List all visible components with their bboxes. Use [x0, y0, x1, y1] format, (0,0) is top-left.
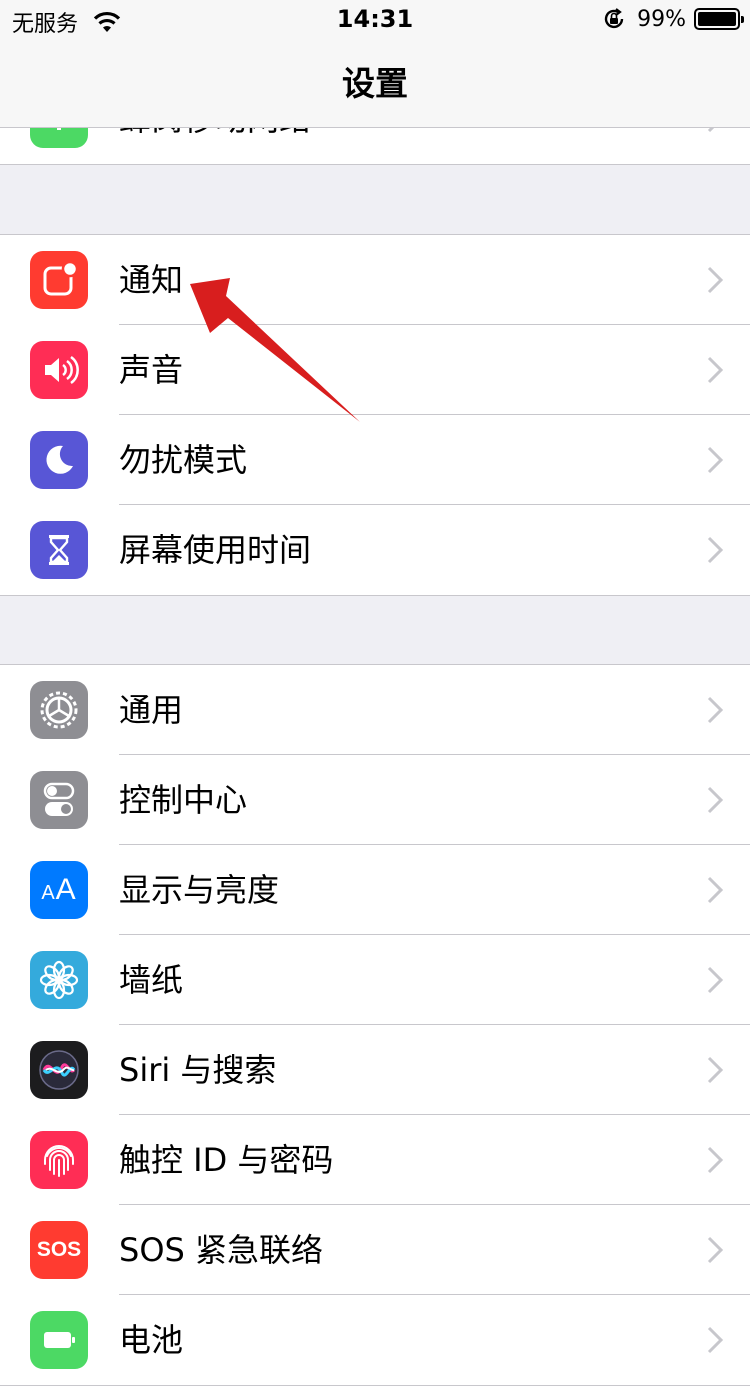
settings-row-label: 勿扰模式: [119, 441, 248, 479]
settings-row-label: 墙纸: [119, 961, 184, 999]
battery-percent: 99%: [637, 6, 686, 32]
settings-row-display-brightness[interactable]: AA 显示与亮度: [0, 845, 750, 935]
settings-row-screen-time[interactable]: 屏幕使用时间: [0, 505, 750, 595]
settings-row-battery[interactable]: 电池: [0, 1295, 750, 1385]
notifications-icon: [30, 251, 88, 309]
speaker-icon: [30, 341, 88, 399]
status-bar: 无服务 14:31 99%: [0, 0, 750, 40]
settings-row-control-center[interactable]: 控制中心: [0, 755, 750, 845]
siri-icon: [30, 1041, 88, 1099]
chevron-right-icon: [707, 266, 724, 294]
gear-icon: [30, 681, 88, 739]
chevron-right-icon: [707, 1056, 724, 1084]
flower-icon: [30, 951, 88, 1009]
settings-row-do-not-disturb[interactable]: 勿扰模式: [0, 415, 750, 505]
settings-row-label: 声音: [119, 351, 184, 389]
sos-icon-text: SOS: [36, 1238, 82, 1261]
settings-row-touch-id-passcode[interactable]: 触控 ID 与密码: [0, 1115, 750, 1205]
chevron-right-icon: [707, 1146, 724, 1174]
settings-row-general[interactable]: 通用: [0, 665, 750, 755]
settings-row-siri-search[interactable]: Siri 与搜索: [0, 1025, 750, 1115]
settings-group-general: 通用 控制中心 AA 显示与亮度 墙纸 Siri 与搜索 触控 ID 与密码 S…: [0, 664, 750, 1386]
settings-row-label: 控制中心: [119, 781, 248, 819]
settings-row-label: SOS 紧急联络: [119, 1231, 323, 1269]
fingerprint-icon: [30, 1131, 88, 1189]
settings-group-notifications: 通知 声音 勿扰模式 屏幕使用时间: [0, 234, 750, 596]
carrier-label: 无服务: [12, 12, 79, 37]
chevron-right-icon: [707, 786, 724, 814]
settings-row-label: 屏幕使用时间: [119, 531, 312, 569]
status-right: 99%: [601, 6, 744, 32]
sos-icon: SOS: [30, 1221, 88, 1279]
toggles-icon: [30, 771, 88, 829]
wifi-icon: [93, 11, 121, 32]
settings-row-notifications[interactable]: 通知: [0, 235, 750, 325]
chevron-right-icon: [707, 1326, 724, 1354]
chevron-right-icon: [707, 966, 724, 994]
navigation-bar: 设置: [0, 40, 750, 128]
moon-icon: [30, 431, 88, 489]
settings-row-label: 触控 ID 与密码: [119, 1141, 334, 1179]
chevron-right-icon: [707, 536, 724, 564]
chevron-right-icon: [707, 446, 724, 474]
settings-row-wallpaper[interactable]: 墙纸: [0, 935, 750, 1025]
page-title: 设置: [342, 64, 408, 103]
chevron-right-icon: [707, 1236, 724, 1264]
chevron-right-icon: [707, 356, 724, 384]
chevron-right-icon: [707, 876, 724, 904]
settings-row-label: 电池: [119, 1321, 184, 1359]
settings-row-sounds[interactable]: 声音: [0, 325, 750, 415]
settings-row-label: 通知: [119, 261, 184, 299]
text-size-icon: AA: [30, 861, 88, 919]
settings-row-emergency-sos[interactable]: SOS SOS 紧急联络: [0, 1205, 750, 1295]
status-left: 无服务: [12, 6, 122, 38]
battery-app-icon: [30, 1311, 88, 1369]
battery-icon: [694, 8, 744, 30]
hourglass-icon: [30, 521, 88, 579]
settings-row-label: Siri 与搜索: [119, 1051, 277, 1089]
rotation-lock-icon: [604, 8, 624, 29]
settings-row-label: 显示与亮度: [119, 871, 280, 909]
chevron-right-icon: [707, 696, 724, 724]
settings-row-label: 通用: [119, 691, 184, 729]
